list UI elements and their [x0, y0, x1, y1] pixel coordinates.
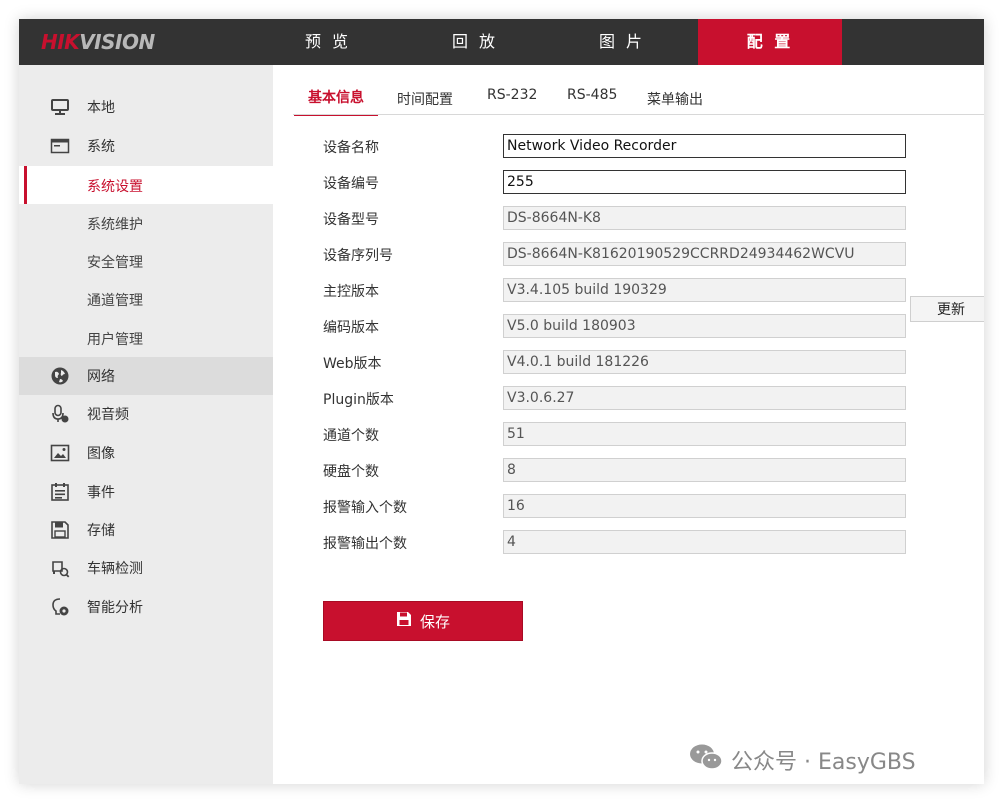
- vehicle-search-icon: [50, 558, 70, 578]
- save-button-label: 保存: [419, 612, 450, 631]
- globe-icon: [50, 366, 70, 386]
- sidebar-subitem-system-maintenance[interactable]: 系统维护: [19, 204, 273, 242]
- sidebar-item-label: 智能分析: [87, 600, 143, 616]
- config-subtabs: 基本信息 时间配置 RS-232 RS-485 菜单输出: [293, 65, 984, 116]
- firmware-field: V3.4.105 build 190329: [503, 278, 906, 302]
- microphone-icon: [50, 404, 70, 424]
- sidebar-item-label: 系统设置: [87, 179, 143, 195]
- web-version-field: V4.0.1 build 181226: [503, 350, 906, 374]
- app-window: HIKVISION 预 览 回 放 图 片 配 置 本地 系统 系统设置 系统维…: [19, 19, 984, 784]
- sidebar-item-label: 视音频: [87, 407, 129, 423]
- form-row-disks: 硬盘个数 8: [323, 458, 984, 482]
- floppy-disk-icon: [50, 520, 70, 540]
- sidebar-item-local[interactable]: 本地: [19, 88, 273, 126]
- sidebar-item-label: 用户管理: [87, 332, 143, 348]
- sidebar-item-audio-video[interactable]: 视音频: [19, 395, 273, 433]
- form-row-firmware: 主控版本 V3.4.105 build 190329: [323, 278, 984, 302]
- save-icon: [396, 611, 412, 631]
- wechat-icon: [689, 743, 723, 777]
- brain-gear-icon: [50, 597, 70, 617]
- sidebar-item-smart-analysis[interactable]: 智能分析: [19, 588, 273, 626]
- sidebar-subitem-user-management[interactable]: 用户管理: [19, 319, 273, 357]
- form-row-alarm-in: 报警输入个数 16: [323, 494, 984, 518]
- tab-rs232[interactable]: RS-232: [487, 87, 537, 103]
- sidebar-item-system[interactable]: 系统: [19, 127, 273, 165]
- watermark-text: 公众号 · EasyGBS: [731, 750, 916, 775]
- sidebar-item-label: 网络: [87, 369, 115, 385]
- form-row-web: Web版本 V4.0.1 build 181226: [323, 350, 984, 374]
- model-field: DS-8664N-K8: [503, 206, 906, 230]
- sidebar-subitem-system-settings[interactable]: 系统设置: [19, 166, 273, 204]
- encode-version-field: V5.0 build 180903: [503, 314, 906, 338]
- nav-tab-configuration[interactable]: 配 置: [698, 19, 842, 65]
- sidebar-item-label: 系统维护: [87, 217, 143, 233]
- sidebar-item-label: 系统: [87, 139, 115, 155]
- wechat-watermark: 公众号 · EasyGBS: [689, 744, 916, 776]
- calendar-list-icon: [50, 482, 70, 502]
- tab-basic-info[interactable]: 基本信息: [294, 87, 378, 116]
- window-icon: [50, 136, 70, 156]
- sidebar-subitem-channel-management[interactable]: 通道管理: [19, 280, 273, 318]
- form-row-alarm-out: 报警输出个数 4: [323, 530, 984, 554]
- sidebar-item-label: 图像: [87, 446, 115, 462]
- sidebar-item-storage[interactable]: 存储: [19, 511, 273, 549]
- save-button[interactable]: 保存: [323, 601, 523, 641]
- monitor-icon: [50, 97, 70, 117]
- tab-menu-output[interactable]: 菜单输出: [647, 89, 703, 109]
- form-row-encode: 编码版本 V5.0 build 180903: [323, 314, 984, 338]
- sidebar-item-label: 存储: [87, 523, 115, 539]
- top-nav: HIKVISION 预 览 回 放 图 片 配 置: [19, 19, 984, 65]
- sidebar-item-label: 事件: [87, 485, 115, 501]
- alarm-output-field: 4: [503, 530, 906, 554]
- device-no-input[interactable]: [503, 170, 906, 194]
- sidebar-item-label: 安全管理: [87, 255, 143, 271]
- hikvision-logo: HIKVISION: [41, 30, 155, 54]
- form-row-device-no: 设备编号: [323, 170, 984, 194]
- nav-tab-picture[interactable]: 图 片: [550, 19, 694, 65]
- sidebar-item-label: 车辆检测: [87, 561, 143, 577]
- nav-tab-playback[interactable]: 回 放: [403, 19, 547, 65]
- channels-field: 51: [503, 422, 906, 446]
- alarm-input-field: 16: [503, 494, 906, 518]
- tab-time-settings[interactable]: 时间配置: [397, 89, 453, 109]
- sidebar-item-image[interactable]: 图像: [19, 434, 273, 472]
- form-row-plugin: Plugin版本 V3.0.6.27: [323, 386, 984, 410]
- sidebar-item-vehicle-detection[interactable]: 车辆检测: [19, 549, 273, 587]
- disks-field: 8: [503, 458, 906, 482]
- serial-field: DS-8664N-K81620190529CCRRD24934462WCVU: [503, 242, 906, 266]
- tab-rs485[interactable]: RS-485: [567, 87, 617, 103]
- sidebar-item-network[interactable]: 网络: [19, 357, 273, 395]
- form-row-model: 设备型号 DS-8664N-K8: [323, 206, 984, 230]
- image-icon: [50, 443, 70, 463]
- form-row-device-name: 设备名称: [323, 134, 984, 158]
- sidebar-subitem-security[interactable]: 安全管理: [19, 242, 273, 280]
- nav-tab-preview[interactable]: 预 览: [256, 19, 400, 65]
- device-name-input[interactable]: [503, 134, 906, 158]
- sidebar-item-event[interactable]: 事件: [19, 473, 273, 511]
- plugin-version-field: V3.0.6.27: [503, 386, 906, 410]
- form-row-channels: 通道个数 51: [323, 422, 984, 446]
- update-button[interactable]: 更新: [910, 296, 984, 322]
- sidebar: 本地 系统 系统设置 系统维护 安全管理 通道管理 用户管理 网络 视音频 图像…: [19, 65, 273, 784]
- form-row-serial: 设备序列号 DS-8664N-K81620190529CCRRD24934462…: [323, 242, 984, 266]
- sidebar-item-label: 通道管理: [87, 293, 143, 309]
- sidebar-item-label: 本地: [87, 100, 115, 116]
